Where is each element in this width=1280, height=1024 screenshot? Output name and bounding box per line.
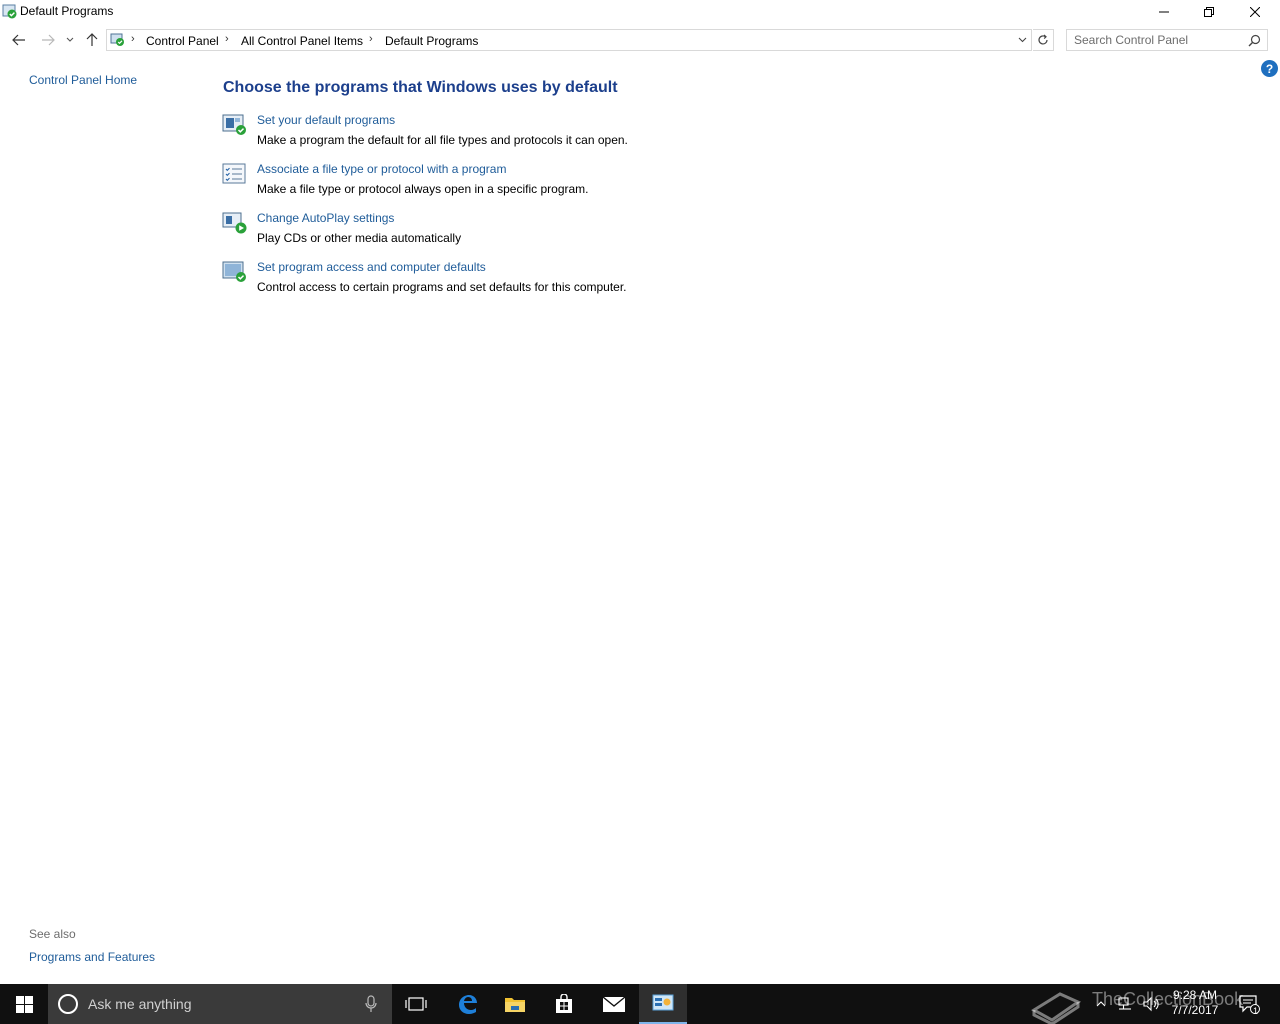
search-box[interactable] <box>1066 29 1268 51</box>
forward-arrow-icon <box>42 34 55 46</box>
breadcrumb-all-control-panel-items[interactable]: All Control Panel Items <box>241 34 363 48</box>
folder-icon <box>505 998 525 1012</box>
control-panel-taskbar-button[interactable] <box>639 984 687 1024</box>
edge-taskbar-button[interactable] <box>443 984 491 1024</box>
show-hidden-icons-button[interactable] <box>1092 984 1110 1024</box>
set-program-access-link[interactable]: Set program access and computer defaults <box>257 260 486 274</box>
volume-tray-button[interactable] <box>1140 984 1162 1024</box>
task-set-default-programs: Set your default programs Make a program… <box>222 113 822 153</box>
store-bag-icon <box>556 994 572 1013</box>
task-view-button[interactable] <box>392 984 440 1024</box>
action-center-button[interactable]: 1 <box>1234 984 1264 1024</box>
up-arrow-icon <box>86 33 98 46</box>
set-default-programs-description: Make a program the default for all file … <box>257 133 628 147</box>
chevron-down-icon <box>66 37 74 42</box>
windows-logo-icon <box>15 995 33 1013</box>
notification-count-badge: 1 <box>1253 1006 1259 1016</box>
refresh-button[interactable] <box>1033 29 1054 51</box>
microphone-icon[interactable] <box>364 995 378 1013</box>
cortana-search-box[interactable]: Ask me anything <box>48 984 392 1024</box>
back-button[interactable] <box>9 29 29 51</box>
address-bar[interactable]: › Control Panel › All Control Panel Item… <box>106 29 1032 51</box>
network-tray-button[interactable] <box>1114 984 1136 1024</box>
breadcrumb-default-programs[interactable]: Default Programs <box>385 34 478 48</box>
breadcrumb-separator[interactable]: › <box>225 33 229 45</box>
up-button[interactable] <box>82 29 102 51</box>
mail-taskbar-button[interactable] <box>590 984 638 1024</box>
window-title: Default Programs <box>20 4 114 18</box>
control-panel-home-link[interactable]: Control Panel Home <box>29 73 137 87</box>
close-button[interactable] <box>1232 0 1278 24</box>
cortana-icon <box>58 994 78 1014</box>
change-autoplay-settings-link[interactable]: Change AutoPlay settings <box>257 211 394 225</box>
store-taskbar-button[interactable] <box>540 984 588 1024</box>
search-input[interactable] <box>1067 30 1247 50</box>
file-association-icon[interactable] <box>222 162 248 186</box>
mail-envelope-icon <box>602 996 626 1012</box>
breadcrumb-separator[interactable]: › <box>369 33 373 45</box>
autoplay-description: Play CDs or other media automatically <box>257 231 462 245</box>
clock-time: 9:28 AM <box>1172 988 1218 1002</box>
close-icon <box>1250 7 1260 17</box>
default-programs-app-icon <box>2 4 17 19</box>
clock-date: 7/7/2017 <box>1171 1003 1219 1017</box>
associate-file-type-link[interactable]: Associate a file type or protocol with a… <box>257 162 506 176</box>
minimize-icon <box>1159 11 1169 13</box>
navigation-bar: › Control Panel › All Control Panel Item… <box>0 26 1280 54</box>
associate-file-type-description: Make a file type or protocol always open… <box>257 182 589 196</box>
cortana-search-text: Ask me anything <box>88 996 192 1012</box>
chevron-down-icon <box>1018 37 1026 43</box>
control-panel-icon <box>110 33 124 46</box>
autoplay-icon[interactable] <box>222 211 248 235</box>
program-access-icon[interactable] <box>222 260 248 284</box>
forward-button[interactable] <box>38 29 58 51</box>
restore-button[interactable] <box>1186 0 1232 24</box>
task-program-access: Set program access and computer defaults… <box>222 260 822 300</box>
page-title: Choose the programs that Windows uses by… <box>223 79 618 96</box>
task-associate-file-type: Associate a file type or protocol with a… <box>222 162 822 202</box>
task-view-icon <box>405 997 427 1011</box>
network-icon <box>1118 997 1131 1010</box>
task-autoplay: Change AutoPlay settings Play CDs or oth… <box>222 211 822 251</box>
see-also-label: See also <box>29 927 76 941</box>
start-button[interactable] <box>0 984 48 1024</box>
refresh-icon <box>1038 34 1048 45</box>
speaker-icon <box>1143 996 1159 1012</box>
back-arrow-icon <box>12 34 25 46</box>
breadcrumb-control-panel[interactable]: Control Panel <box>146 34 219 48</box>
breadcrumb-separator[interactable]: › <box>131 33 135 45</box>
edge-browser-icon <box>459 995 477 1014</box>
control-panel-icon <box>652 994 674 1011</box>
programs-and-features-link[interactable]: Programs and Features <box>29 950 155 964</box>
taskbar: Ask me anything TheCollectionBook 9:28 A… <box>0 984 1280 1024</box>
address-dropdown-button[interactable] <box>1015 32 1029 48</box>
program-access-description: Control access to certain programs and s… <box>257 280 627 294</box>
chevron-up-icon <box>1096 1001 1106 1007</box>
help-icon: ? <box>1265 61 1274 76</box>
help-button[interactable]: ? <box>1261 60 1278 77</box>
restore-icon <box>1204 7 1214 17</box>
default-programs-icon[interactable] <box>222 113 248 137</box>
file-explorer-taskbar-button[interactable] <box>491 984 539 1024</box>
taskbar-clock[interactable]: 9:28 AM 7/7/2017 <box>1162 988 1228 1018</box>
book-logo-icon <box>1031 992 1082 1024</box>
set-default-programs-link[interactable]: Set your default programs <box>257 113 395 127</box>
title-bar: Default Programs <box>0 0 1280 24</box>
minimize-button[interactable] <box>1141 0 1187 24</box>
search-icon[interactable] <box>1248 34 1261 47</box>
recent-locations-button[interactable] <box>62 29 78 51</box>
